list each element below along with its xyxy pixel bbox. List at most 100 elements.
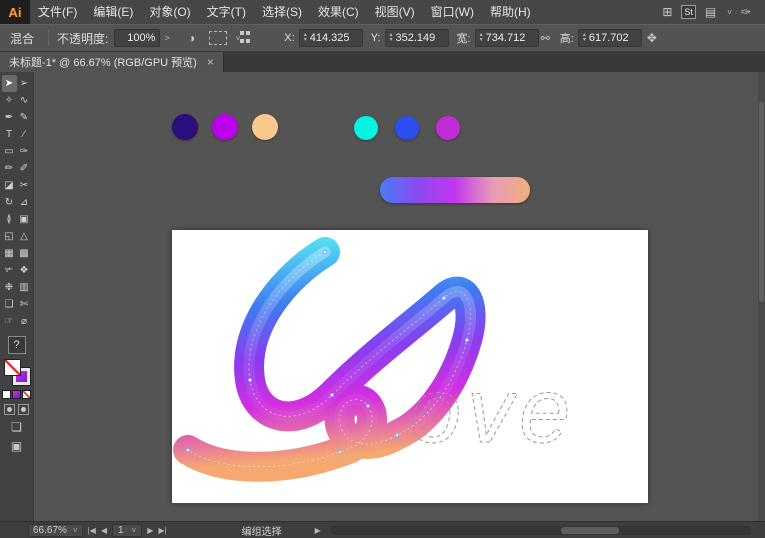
width-tool[interactable]: ≬ [2,211,17,228]
direct-selection-tool[interactable]: ➢ [17,75,32,92]
last-artboard-button[interactable]: ▶| [158,526,166,535]
none-button[interactable] [22,390,31,399]
horizontal-scrollbar-thumb[interactable] [561,527,619,534]
chevron-down-icon: ˅ [73,526,78,535]
next-artboard-button[interactable]: ▶ [147,526,153,535]
shaper-tool[interactable]: ✐ [17,160,32,177]
panel-toggle-button[interactable]: ▣ [11,439,22,453]
menu-item[interactable]: 对象(O) [141,0,198,24]
menu-item[interactable]: 帮助(H) [482,0,539,24]
close-icon[interactable]: × [207,55,214,69]
tools-grid: ➤➢✧∿✒✎T∕▭✑✏✐◪✂↻⊿≬▣◱△▦▩✃❖❉▥❏✄☞⌀ [2,75,32,330]
selection-tool[interactable]: ➤ [2,75,17,92]
artboard-number-field[interactable]: 1 ˅ [112,524,142,537]
first-artboard-button[interactable]: |◀ [88,526,96,535]
rotate-tool[interactable]: ↻ [2,194,17,211]
menu-item[interactable]: 选择(S) [254,0,310,24]
artboard-tool[interactable]: ❏ [2,296,17,313]
align-options-icon[interactable] [240,29,260,47]
lasso-tool[interactable]: ∿ [17,92,32,109]
main-area: ➤➢✧∿✒✎T∕▭✑✏✐◪✂↻⊿≬▣◱△▦▩✃❖❉▥❏✄☞⌀ ? ❏ ▣ [0,72,765,521]
status-flyout-icon[interactable]: ▶ [315,526,321,535]
perspective-grid-tool[interactable]: △ [17,228,32,245]
vertical-scrollbar[interactable] [758,72,765,521]
outline-script-text[interactable]: ove [410,360,576,462]
free-transform-icon[interactable]: ✥ [642,29,662,47]
color-swatch[interactable] [354,116,378,140]
mesh-tool[interactable]: ▦ [2,245,17,262]
stepper-icon[interactable]: ▴▾ [390,33,393,43]
eraser-tool[interactable]: ◪ [2,177,17,194]
love-artwork[interactable]: ove [172,230,648,503]
menu-item[interactable]: 文字(T) [199,0,254,24]
blend-tool[interactable]: ❖ [17,262,32,279]
paintbrush-tool[interactable]: ✑ [17,143,32,160]
menu-item[interactable]: 编辑(E) [85,0,141,24]
draw-normal-button[interactable] [4,404,15,415]
stock-icon[interactable]: St [681,5,696,19]
color-swatch[interactable] [395,116,419,140]
stepper-icon[interactable]: ▴▾ [583,33,586,43]
fill-swatch[interactable] [4,359,21,376]
scale-tool[interactable]: ⊿ [17,194,32,211]
zoom-tool[interactable]: ⌀ [17,313,32,330]
symbol-sprayer-tool[interactable]: ❉ [2,279,17,296]
menu-item[interactable]: 窗口(W) [423,0,482,24]
color-swatch[interactable] [252,114,278,140]
menu-item[interactable]: 效果(C) [310,0,367,24]
color-swatch[interactable] [212,114,238,140]
rectangle-tool[interactable]: ▭ [2,143,17,160]
h-field[interactable]: ▴▾617.702 [578,29,642,47]
menu-item[interactable]: 视图(V) [367,0,423,24]
transform-fields: X:▴▾414.325Y:▴▾352.149宽:▴▾734.712⚯高:▴▾61… [276,29,642,47]
screen-mode-button[interactable]: ❏ [11,420,22,434]
workspace-icon[interactable]: ▤ [705,5,716,19]
align-grid-icon [240,31,250,45]
x-field[interactable]: ▴▾414.325 [299,29,363,47]
pencil-tool[interactable]: ✏ [2,160,17,177]
gradient-pill[interactable] [380,177,530,203]
pen-tool[interactable]: ✒ [2,109,17,126]
eyedropper-tool[interactable]: ✃ [2,262,17,279]
app-logo: Ai [0,0,30,24]
vertical-scrollbar-thumb[interactable] [759,102,764,302]
canvas-area[interactable]: ove [34,72,765,521]
free-transform-tool[interactable]: ▣ [17,211,32,228]
y-field[interactable]: ▴▾352.149 [385,29,449,47]
slice-tool[interactable]: ✄ [17,296,32,313]
help-box[interactable]: ? [8,336,26,354]
constrain-link-icon[interactable]: ⚯ [541,32,550,45]
column-graph-tool[interactable]: ▥ [17,279,32,296]
grid-icon[interactable]: ⊞ [662,5,672,19]
prev-artboard-button[interactable]: ◀ [101,526,107,535]
magic-wand-tool[interactable]: ✧ [2,92,17,109]
scissors-tool[interactable]: ✂ [17,177,32,194]
color-button[interactable] [2,390,11,399]
type-tool[interactable]: T [2,126,17,143]
w-field[interactable]: ▴▾734.712 [475,29,539,47]
line-segment-tool[interactable]: ∕ [17,126,32,143]
gradient-button[interactable] [12,390,21,399]
curvature-tool[interactable]: ✎ [17,109,32,126]
hand-tool[interactable]: ☞ [2,313,17,330]
gradient-tool[interactable]: ▩ [17,245,32,262]
shape-builder-tool[interactable]: ◱ [2,228,17,245]
draw-behind-button[interactable] [18,404,29,415]
stepper-icon[interactable]: ▴▾ [480,33,483,43]
control-bar: 混合 不透明度: 100% > ◑ ˅ X:▴▾414.325Y:▴▾352.1… [0,24,765,52]
stepper-icon[interactable]: ▴▾ [304,33,307,43]
recolor-artwork-icon[interactable]: ◑ [182,29,202,47]
zoom-select[interactable]: 66.67% ˅ [28,524,83,537]
menu-item[interactable]: 文件(F) [30,0,85,24]
horizontal-scrollbar[interactable] [330,526,751,535]
document-tab[interactable]: 未标题-1* @ 66.67% (RGB/GPU 预览) × [0,52,224,72]
opacity-dropdown-icon[interactable]: > [160,33,173,43]
fill-stroke-control[interactable] [4,359,30,385]
color-swatch[interactable] [172,114,198,140]
constrain-options-icon[interactable] [208,29,228,47]
divider [48,30,49,46]
color-swatch[interactable] [436,116,460,140]
opacity-field[interactable]: 100% [114,29,160,47]
share-quill-icon[interactable]: ✑ [741,5,751,19]
dashed-box-icon [209,31,227,45]
